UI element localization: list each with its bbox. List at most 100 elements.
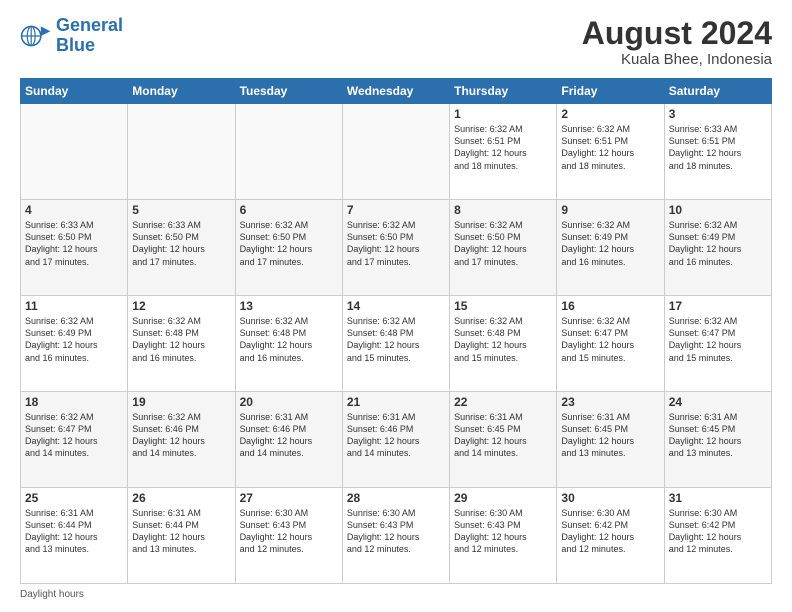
day-info: Sunrise: 6:31 AM Sunset: 6:45 PM Dayligh… (669, 411, 767, 460)
calendar-cell: 30Sunrise: 6:30 AM Sunset: 6:42 PM Dayli… (557, 488, 664, 584)
calendar-cell: 18 Sunrise: 6:32 AM Sunset: 6:47 PM Dayli… (21, 392, 128, 488)
day-number: 13 (240, 299, 338, 313)
day-number: 10 (669, 203, 767, 217)
day-info: Sunrise: 6:32 AM Sunset: 6:47 PM Dayligh… (669, 315, 767, 364)
logo-line2: Blue (56, 35, 95, 55)
day-info: Sunrise: 6:32 AM Sunset: 6:49 PM Dayligh… (25, 315, 123, 364)
day-info: Sunrise: 6:32 AM Sunset: 6:49 PM Dayligh… (561, 219, 659, 268)
calendar-week-row: 18 Sunrise: 6:32 AM Sunset: 6:47 PM Dayli… (21, 392, 772, 488)
day-number: 18 (25, 395, 123, 409)
day-info: Sunrise: 6:32 AM Sunset: 6:47 PM Dayligh… (561, 315, 659, 364)
location-subtitle: Kuala Bhee, Indonesia (582, 51, 772, 68)
day-info: Sunrise: 6:30 AM Sunset: 6:43 PM Dayligh… (240, 507, 338, 556)
calendar-day-header: Sunday (21, 79, 128, 104)
calendar-cell: 12 Sunrise: 6:32 AM Sunset: 6:48 PM Dayli… (128, 296, 235, 392)
day-number: 2 (561, 107, 659, 121)
day-info: Sunrise: 6:31 AM Sunset: 6:44 PM Dayligh… (132, 507, 230, 556)
day-info: Sunrise: 6:32 AM Sunset: 6:50 PM Dayligh… (454, 219, 552, 268)
calendar-cell (342, 104, 449, 200)
day-number: 8 (454, 203, 552, 217)
day-number: 3 (669, 107, 767, 121)
day-number: 17 (669, 299, 767, 313)
calendar-cell: 24Sunrise: 6:31 AM Sunset: 6:45 PM Dayli… (664, 392, 771, 488)
day-number: 12 (132, 299, 230, 313)
day-number: 4 (25, 203, 123, 217)
day-number: 29 (454, 491, 552, 505)
calendar-cell: 20Sunrise: 6:31 AM Sunset: 6:46 PM Dayli… (235, 392, 342, 488)
day-number: 7 (347, 203, 445, 217)
title-block: August 2024 Kuala Bhee, Indonesia (582, 16, 772, 68)
day-info: Sunrise: 6:33 AM Sunset: 6:51 PM Dayligh… (669, 123, 767, 172)
calendar-cell: 6 Sunrise: 6:32 AM Sunset: 6:50 PM Daylig… (235, 200, 342, 296)
page: General Blue August 2024 Kuala Bhee, Ind… (0, 0, 792, 612)
calendar-cell: 2 Sunrise: 6:32 AM Sunset: 6:51 PM Daylig… (557, 104, 664, 200)
calendar-cell: 14Sunrise: 6:32 AM Sunset: 6:48 PM Dayli… (342, 296, 449, 392)
day-info: Sunrise: 6:32 AM Sunset: 6:49 PM Dayligh… (669, 219, 767, 268)
calendar-day-header: Friday (557, 79, 664, 104)
logo-line1: General (56, 15, 123, 35)
header: General Blue August 2024 Kuala Bhee, Ind… (20, 16, 772, 68)
calendar-cell: 25Sunrise: 6:31 AM Sunset: 6:44 PM Dayli… (21, 488, 128, 584)
day-info: Sunrise: 6:30 AM Sunset: 6:43 PM Dayligh… (347, 507, 445, 556)
calendar-cell: 27 Sunrise: 6:30 AM Sunset: 6:43 PM Dayli… (235, 488, 342, 584)
logo-text: General Blue (56, 16, 123, 56)
calendar-week-row: 11Sunrise: 6:32 AM Sunset: 6:49 PM Dayli… (21, 296, 772, 392)
calendar-cell (235, 104, 342, 200)
day-info: Sunrise: 6:32 AM Sunset: 6:51 PM Dayligh… (561, 123, 659, 172)
day-info: Sunrise: 6:32 AM Sunset: 6:48 PM Dayligh… (132, 315, 230, 364)
day-number: 23 (561, 395, 659, 409)
calendar-cell: 22Sunrise: 6:31 AM Sunset: 6:45 PM Dayli… (450, 392, 557, 488)
calendar-cell: 10 Sunrise: 6:32 AM Sunset: 6:49 PM Dayli… (664, 200, 771, 296)
calendar-cell: 9 Sunrise: 6:32 AM Sunset: 6:49 PM Daylig… (557, 200, 664, 296)
calendar-cell: 29 Sunrise: 6:30 AM Sunset: 6:43 PM Dayli… (450, 488, 557, 584)
logo-icon (20, 20, 52, 52)
calendar-cell: 4 Sunrise: 6:33 AM Sunset: 6:50 PM Daylig… (21, 200, 128, 296)
day-info: Sunrise: 6:32 AM Sunset: 6:47 PM Dayligh… (25, 411, 123, 460)
day-info: Sunrise: 6:30 AM Sunset: 6:43 PM Dayligh… (454, 507, 552, 556)
calendar-cell: 8 Sunrise: 6:32 AM Sunset: 6:50 PM Daylig… (450, 200, 557, 296)
day-info: Sunrise: 6:32 AM Sunset: 6:48 PM Dayligh… (454, 315, 552, 364)
calendar-day-header: Monday (128, 79, 235, 104)
day-info: Sunrise: 6:31 AM Sunset: 6:45 PM Dayligh… (454, 411, 552, 460)
day-info: Sunrise: 6:32 AM Sunset: 6:50 PM Dayligh… (240, 219, 338, 268)
day-info: Sunrise: 6:33 AM Sunset: 6:50 PM Dayligh… (132, 219, 230, 268)
day-info: Sunrise: 6:32 AM Sunset: 6:48 PM Dayligh… (240, 315, 338, 364)
calendar-cell: 3 Sunrise: 6:33 AM Sunset: 6:51 PM Daylig… (664, 104, 771, 200)
calendar-cell: 26 Sunrise: 6:31 AM Sunset: 6:44 PM Dayli… (128, 488, 235, 584)
day-number: 28 (347, 491, 445, 505)
footer-daylight: Daylight hours (20, 589, 772, 600)
day-number: 31 (669, 491, 767, 505)
day-number: 26 (132, 491, 230, 505)
day-number: 16 (561, 299, 659, 313)
day-number: 27 (240, 491, 338, 505)
day-info: Sunrise: 6:32 AM Sunset: 6:50 PM Dayligh… (347, 219, 445, 268)
calendar-day-header: Saturday (664, 79, 771, 104)
day-number: 19 (132, 395, 230, 409)
calendar-week-row: 1Sunrise: 6:32 AM Sunset: 6:51 PM Daylig… (21, 104, 772, 200)
day-number: 30 (561, 491, 659, 505)
day-number: 15 (454, 299, 552, 313)
day-info: Sunrise: 6:32 AM Sunset: 6:46 PM Dayligh… (132, 411, 230, 460)
day-number: 20 (240, 395, 338, 409)
calendar-header-row: SundayMondayTuesdayWednesdayThursdayFrid… (21, 79, 772, 104)
day-number: 25 (25, 491, 123, 505)
calendar-cell: 1Sunrise: 6:32 AM Sunset: 6:51 PM Daylig… (450, 104, 557, 200)
calendar-day-header: Wednesday (342, 79, 449, 104)
day-number: 9 (561, 203, 659, 217)
day-info: Sunrise: 6:32 AM Sunset: 6:48 PM Dayligh… (347, 315, 445, 364)
calendar-cell: 11Sunrise: 6:32 AM Sunset: 6:49 PM Dayli… (21, 296, 128, 392)
calendar-day-header: Tuesday (235, 79, 342, 104)
calendar-cell (21, 104, 128, 200)
calendar-week-row: 4 Sunrise: 6:33 AM Sunset: 6:50 PM Daylig… (21, 200, 772, 296)
logo: General Blue (20, 16, 123, 56)
calendar-cell: 28 Sunrise: 6:30 AM Sunset: 6:43 PM Dayli… (342, 488, 449, 584)
calendar-cell: 21Sunrise: 6:31 AM Sunset: 6:46 PM Dayli… (342, 392, 449, 488)
day-number: 5 (132, 203, 230, 217)
day-info: Sunrise: 6:33 AM Sunset: 6:50 PM Dayligh… (25, 219, 123, 268)
day-number: 6 (240, 203, 338, 217)
calendar-cell: 13 Sunrise: 6:32 AM Sunset: 6:48 PM Dayli… (235, 296, 342, 392)
calendar-table: SundayMondayTuesdayWednesdayThursdayFrid… (20, 78, 772, 584)
calendar-cell: 16 Sunrise: 6:32 AM Sunset: 6:47 PM Dayli… (557, 296, 664, 392)
month-title: August 2024 (582, 16, 772, 51)
day-number: 21 (347, 395, 445, 409)
